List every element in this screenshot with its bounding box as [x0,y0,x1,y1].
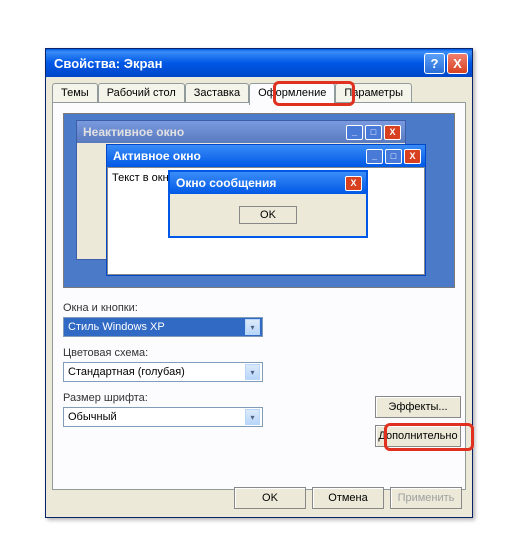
titlebar[interactable]: Свойства: Экран ? X [46,49,472,77]
dialog-buttons: OK Отмена Применить [234,487,462,509]
chevron-down-icon: ▾ [245,319,260,335]
help-button[interactable]: ? [424,53,445,74]
chevron-down-icon: ▾ [245,364,260,380]
tab-screensaver[interactable]: Заставка [185,83,249,102]
preview-active-title: Активное окно [113,149,201,163]
minimize-icon: _ [366,149,383,164]
tab-strip: Темы Рабочий стол Заставка Оформление Па… [52,83,466,102]
close-icon: X [345,176,362,191]
tab-desktop[interactable]: Рабочий стол [98,83,185,102]
windows-buttons-combo[interactable]: Стиль Windows XP ▾ [63,317,263,337]
appearance-panel: Неактивное окно _ □ X Активное окно _ □ … [52,102,466,490]
close-icon: X [384,125,401,140]
apply-button[interactable]: Применить [390,487,462,509]
theme-preview: Неактивное окно _ □ X Активное окно _ □ … [63,113,455,288]
advanced-button[interactable]: Дополнительно [375,425,461,447]
close-icon: X [404,149,421,164]
color-scheme-combo[interactable]: Стандартная (голубая) ▾ [63,362,263,382]
preview-active-window: Активное окно _ □ X Текст в окне Окно со… [106,144,426,276]
cancel-button[interactable]: Отмена [312,487,384,509]
dialog-title: Свойства: Экран [54,56,422,71]
preview-inactive-titlebar: Неактивное окно _ □ X [77,121,405,143]
preview-msgbox-titlebar: Окно сообщения X [170,172,366,194]
preview-msgbox-ok-button: OK [239,206,297,224]
tab-appearance[interactable]: Оформление [249,83,335,105]
tab-settings[interactable]: Параметры [335,83,412,102]
minimize-icon: _ [346,125,363,140]
close-button[interactable]: X [447,53,468,74]
font-size-combo[interactable]: Обычный ▾ [63,407,263,427]
preview-msgbox-title: Окно сообщения [176,176,276,190]
color-scheme-label: Цветовая схема: [63,347,455,359]
preview-window-text: Текст в окне [112,172,175,184]
maximize-icon: □ [385,149,402,164]
preview-active-titlebar: Активное окно _ □ X [107,145,425,167]
chevron-down-icon: ▾ [245,409,260,425]
font-size-value: Обычный [68,411,117,423]
effects-button[interactable]: Эффекты... [375,396,461,418]
color-scheme-value: Стандартная (голубая) [68,366,185,378]
preview-message-box: Окно сообщения X OK [168,170,368,238]
windows-buttons-label: Окна и кнопки: [63,302,455,314]
preview-inactive-title: Неактивное окно [83,125,184,139]
windows-buttons-value: Стиль Windows XP [68,321,165,333]
ok-button[interactable]: OK [234,487,306,509]
tab-themes[interactable]: Темы [52,83,98,102]
display-properties-dialog: Свойства: Экран ? X Темы Рабочий стол За… [45,48,473,518]
maximize-icon: □ [365,125,382,140]
